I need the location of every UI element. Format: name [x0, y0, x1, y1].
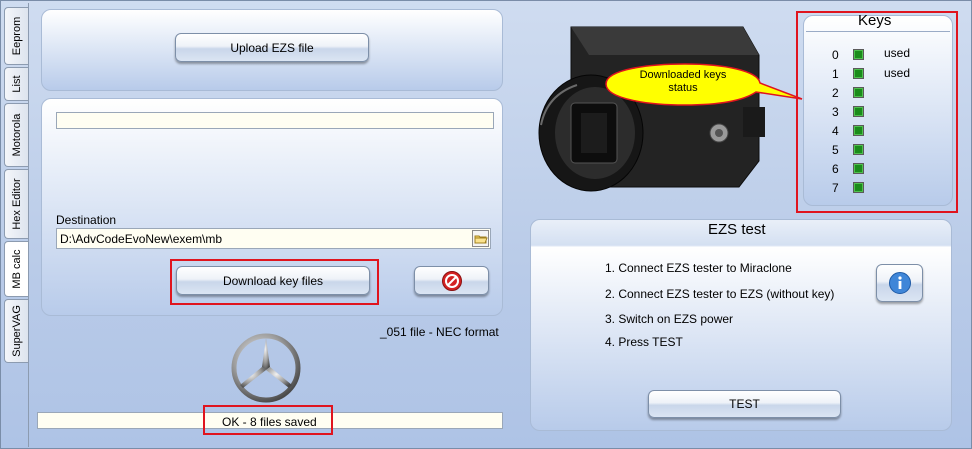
tab-list[interactable]: List [4, 67, 28, 101]
tab-label: Eeprom [10, 16, 23, 56]
download-key-files-button[interactable]: Download key files [176, 266, 370, 295]
mercedes-logo [231, 333, 301, 403]
destination-input[interactable]: D:\AdvCodeEvoNew\exem\mb [56, 228, 491, 249]
ezs-device-image [533, 15, 773, 215]
tab-label: Hex Editor [10, 178, 23, 230]
stop-button[interactable] [414, 266, 489, 295]
key-index: 7 [832, 181, 839, 195]
key-status-led [853, 87, 864, 98]
tab-divider [28, 3, 29, 447]
key-status-text: used [884, 46, 911, 60]
keys-title: Keys [858, 12, 892, 29]
downloaded-keys-callout: Downloaded keys status [600, 59, 805, 109]
keys-panel [803, 15, 953, 206]
key-status-text: used [884, 66, 911, 80]
key-status-led [853, 68, 864, 79]
key-status-led [853, 163, 864, 174]
key-index: 6 [832, 162, 839, 176]
tab-hex-editor[interactable]: Hex Editor [4, 169, 28, 239]
tab-eeprom[interactable]: Eeprom [4, 7, 28, 65]
key-status-led [853, 182, 864, 193]
key-status-led [853, 49, 864, 60]
key-status-led [853, 106, 864, 117]
info-icon [888, 272, 911, 294]
tab-motorola[interactable]: Motorola [4, 103, 28, 167]
ezs-step: 2. Connect EZS tester to EZS (without ke… [605, 287, 835, 301]
status-text: OK - 8 files saved [222, 415, 317, 429]
callout-text: Downloaded keys status [639, 69, 727, 94]
upload-ezs-button[interactable]: Upload EZS file [175, 33, 369, 62]
progress-field [56, 112, 494, 129]
key-status-led [853, 125, 864, 136]
vertical-tab-strip: Eeprom List Motorola Hex Editor MB calc … [4, 5, 28, 445]
file-format-info: _051 file - NEC format [380, 325, 499, 339]
destination-label: Destination [56, 213, 117, 227]
tab-label: MB calc [10, 249, 23, 289]
key-index: 2 [832, 86, 839, 100]
ezs-step: 4. Press TEST [605, 335, 683, 349]
tab-supervag[interactable]: SuperVAG [4, 299, 28, 363]
app-window: Eeprom List Motorola Hex Editor MB calc … [0, 0, 972, 449]
key-index: 0 [832, 48, 839, 62]
keys-title-divider [806, 31, 950, 32]
folder-browse-icon[interactable] [472, 230, 489, 247]
tab-label: SuperVAG [10, 305, 23, 357]
ezs-step: 3. Switch on EZS power [605, 312, 734, 326]
key-index: 4 [832, 124, 839, 138]
tab-label: Motorola [10, 113, 23, 157]
ezs-step: 1. Connect EZS tester to Miraclone [605, 261, 792, 275]
tab-label: List [10, 75, 23, 93]
key-index: 3 [832, 105, 839, 119]
tab-mb-calc[interactable]: MB calc [4, 241, 28, 297]
ezs-test-title: EZS test [708, 221, 766, 238]
key-status-led [853, 144, 864, 155]
info-button[interactable] [876, 264, 923, 302]
key-index: 5 [832, 143, 839, 157]
key-index: 1 [832, 67, 839, 81]
test-button[interactable]: TEST [648, 390, 841, 418]
stop-icon [441, 270, 462, 291]
